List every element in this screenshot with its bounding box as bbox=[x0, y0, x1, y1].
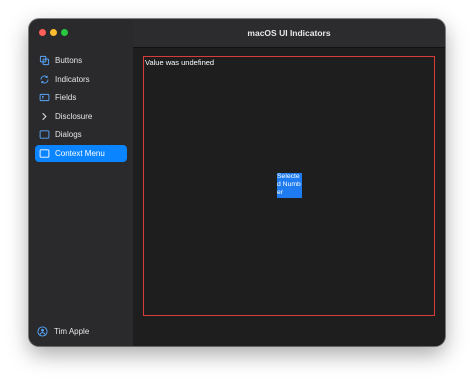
status-text: Value was undefined bbox=[145, 58, 215, 67]
sidebar-item-dialogs[interactable]: Dialogs bbox=[35, 126, 127, 143]
sidebar-item-label: Indicators bbox=[55, 74, 90, 84]
sidebar-item-label: Buttons bbox=[55, 56, 83, 65]
sidebar-item-fields[interactable]: Fields bbox=[35, 89, 127, 106]
sidebar-nav: Buttons Indicators Fields Disclosure Dia… bbox=[35, 52, 127, 164]
window-title: macOS UI Indicators bbox=[247, 28, 331, 38]
sidebar-item-context-menu[interactable]: Context Menu bbox=[35, 144, 127, 162]
minimize-window-button[interactable] bbox=[50, 29, 57, 36]
app-window: Buttons Indicators Fields Disclosure Dia… bbox=[29, 19, 445, 346]
close-window-button[interactable] bbox=[39, 29, 46, 36]
sidebar-item-label: Context Menu bbox=[55, 148, 105, 158]
context-menu-area[interactable]: Value was undefined Selected Number bbox=[143, 56, 435, 316]
dialog-icon bbox=[39, 129, 50, 140]
person-icon bbox=[37, 326, 48, 337]
selected-number-tile[interactable]: Selected Number bbox=[277, 173, 302, 198]
text-field-icon bbox=[39, 92, 50, 103]
sidebar-item-buttons[interactable]: Buttons bbox=[35, 52, 127, 69]
sidebar-item-label: Dialogs bbox=[55, 130, 82, 140]
buttons-icon bbox=[39, 55, 50, 66]
refresh-icon bbox=[39, 74, 50, 85]
sidebar-item-label: Disclosure bbox=[55, 111, 93, 121]
title-bar: macOS UI Indicators bbox=[133, 19, 445, 48]
chevron-right-icon bbox=[39, 111, 50, 122]
context-menu-icon bbox=[39, 148, 50, 159]
user-profile[interactable]: Tim Apple bbox=[37, 326, 89, 337]
user-name: Tim Apple bbox=[54, 327, 90, 336]
zoom-window-button[interactable] bbox=[61, 29, 68, 36]
sidebar-item-label: Fields bbox=[55, 93, 77, 103]
main-content: Value was undefined Selected Number bbox=[133, 48, 445, 346]
sidebar: Buttons Indicators Fields Disclosure Dia… bbox=[29, 19, 134, 346]
sidebar-item-indicators[interactable]: Indicators bbox=[35, 71, 127, 88]
sidebar-item-disclosure[interactable]: Disclosure bbox=[35, 108, 127, 125]
